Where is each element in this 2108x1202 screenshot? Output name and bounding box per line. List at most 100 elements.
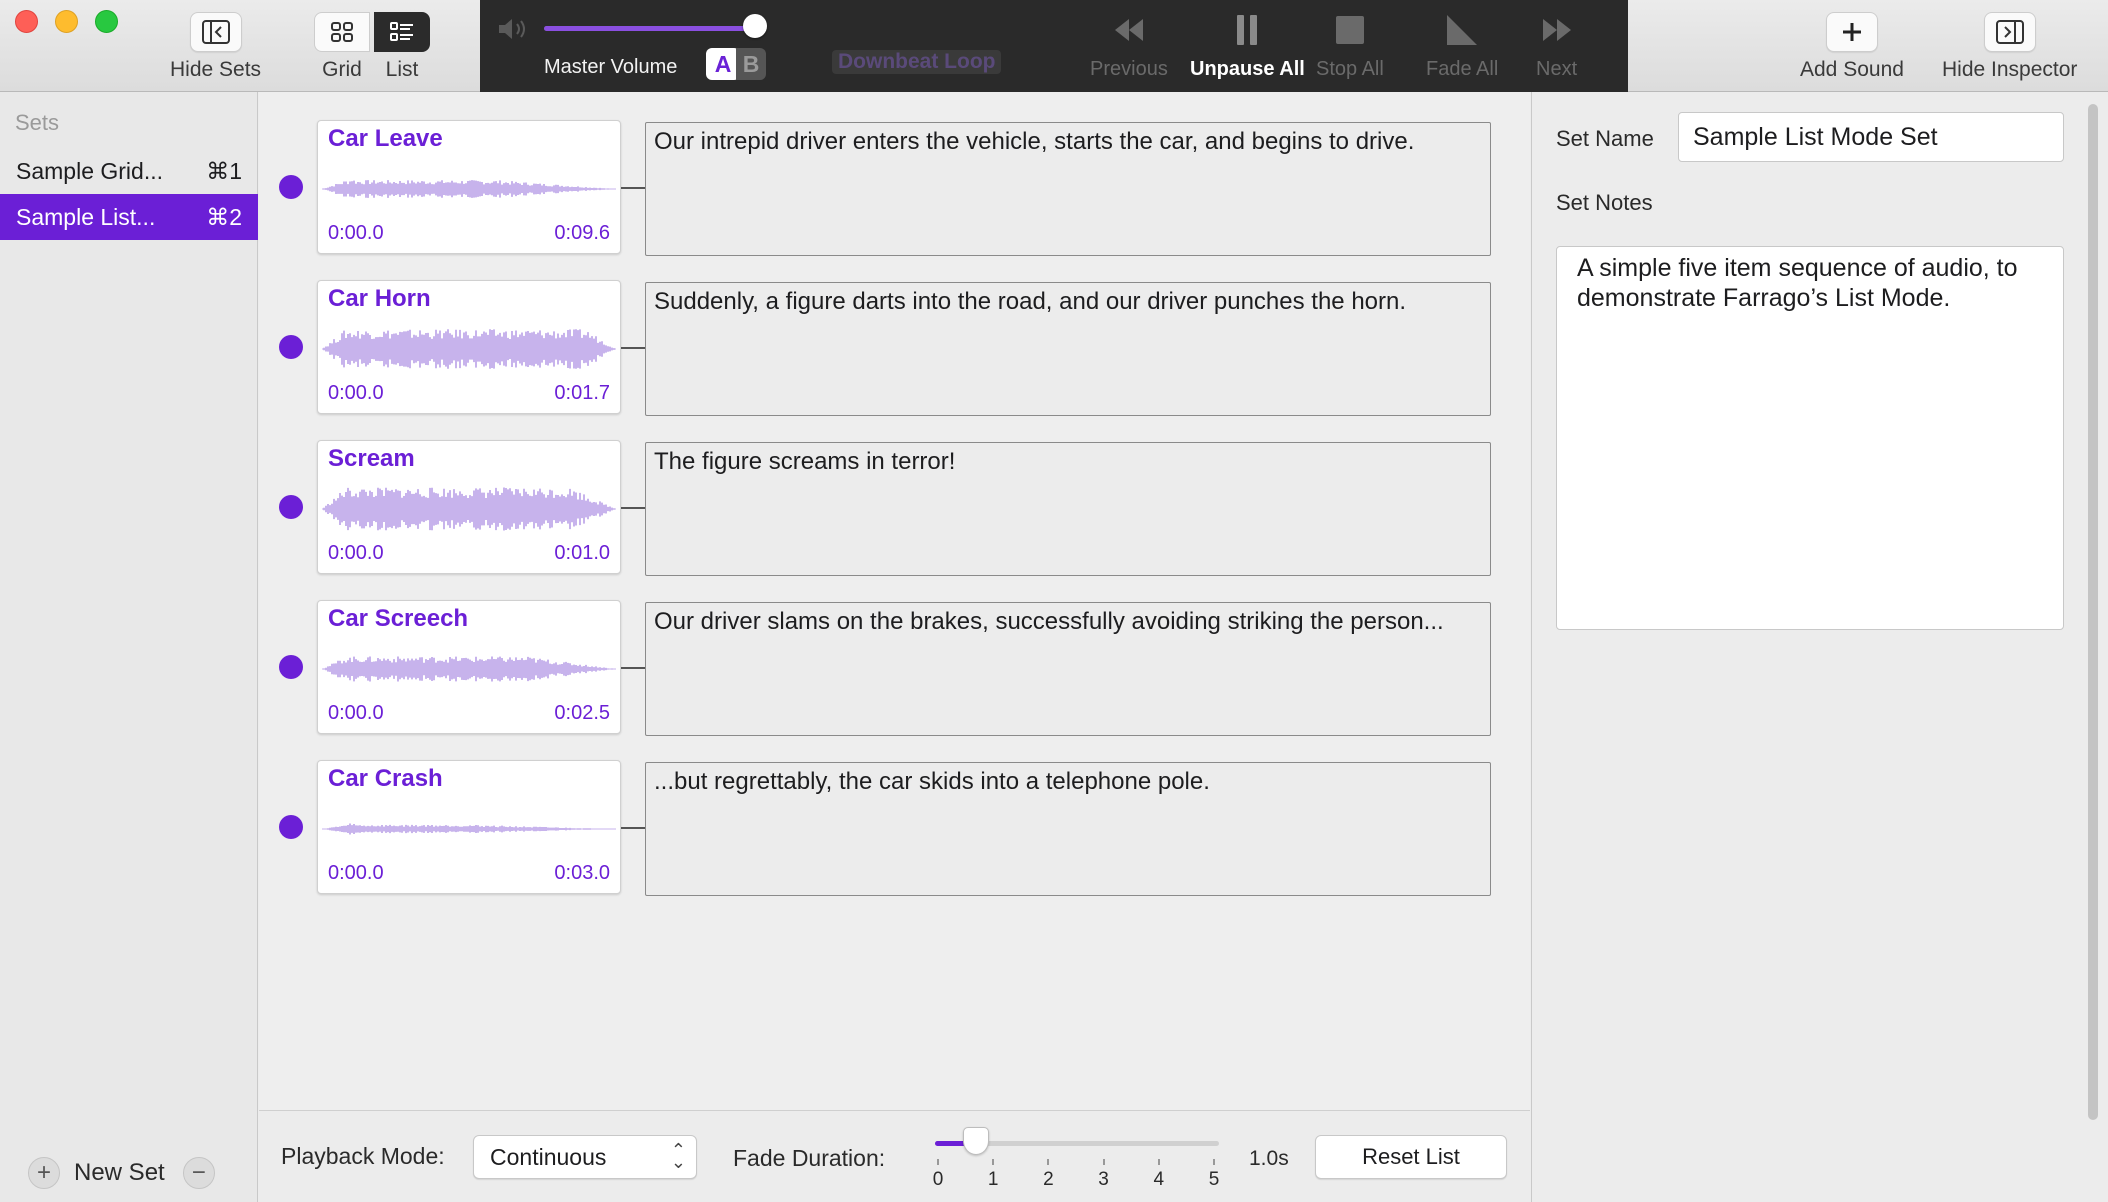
fade-tick-label: 3	[1098, 1169, 1109, 1190]
pause-icon	[1237, 15, 1258, 45]
fade-tick-label: 1	[987, 1169, 999, 1190]
sound-duration: 0:03.0	[554, 862, 610, 884]
list-icon	[390, 22, 413, 41]
new-set-label[interactable]: New Set	[74, 1159, 165, 1187]
set-item-name: Sample List...	[16, 203, 156, 230]
waveform	[322, 180, 616, 198]
waveform	[322, 656, 616, 682]
sound-title: Car Crash	[328, 765, 443, 792]
add-sound-button[interactable]: Add Sound	[1800, 12, 1904, 82]
sound-duration: 0:02.5	[554, 702, 610, 724]
set-notes-label: Set Notes	[1556, 190, 1653, 215]
sound-duration: 0:01.0	[554, 542, 610, 564]
sound-tile[interactable]: Car Screech 0:00.0 0:02.5	[317, 600, 621, 734]
sidebar-right-icon	[1983, 12, 2036, 52]
set-notes-field[interactable]: A simple five item sequence of audio, to…	[1556, 246, 2064, 630]
unpause-all-button[interactable]: Unpause All	[1190, 10, 1305, 81]
close-window-button[interactable]	[15, 10, 38, 33]
master-volume-slider[interactable]	[544, 26, 766, 31]
fade-tick-mark	[937, 1159, 939, 1165]
grid-icon	[331, 22, 353, 42]
connector-line	[621, 827, 645, 829]
ab-toggle[interactable]: A B	[706, 48, 766, 80]
add-sound-label: Add Sound	[1800, 58, 1904, 81]
sets-sidebar: Sets Sample Grid... ⌘1 Sample List... ⌘2…	[0, 92, 258, 1202]
sound-duration: 0:09.6	[554, 222, 610, 244]
list-item: Scream 0:00.0 0:01.0 The figure screams …	[259, 440, 1530, 580]
ab-toggle-a[interactable]: A	[706, 48, 740, 80]
stop-all-button[interactable]: Stop All	[1316, 10, 1384, 81]
set-name-field[interactable]: Sample List Mode Set	[1678, 112, 2064, 162]
fade-duration-knob[interactable]	[963, 1127, 990, 1155]
ab-toggle-b[interactable]: B	[736, 48, 766, 80]
next-button[interactable]: Next	[1536, 10, 1577, 81]
cue-note[interactable]: ...but regrettably, the car skids into a…	[645, 762, 1491, 896]
sound-tile[interactable]: Car Leave 0:00.0 0:09.6	[317, 120, 621, 254]
cue-note[interactable]: Suddenly, a figure darts into the road, …	[645, 282, 1491, 416]
list-item: Car Screech 0:00.0 0:02.5 Our driver sla…	[259, 600, 1530, 740]
connector-line	[621, 507, 645, 509]
sound-title: Car Leave	[328, 125, 443, 152]
minimize-window-button[interactable]	[55, 10, 78, 33]
playback-mode-value: Continuous	[490, 1144, 607, 1170]
connector-line	[621, 187, 645, 189]
fade-tick-mark	[992, 1159, 995, 1165]
cue-note[interactable]: Our intrepid driver enters the vehicle, …	[645, 122, 1491, 256]
playback-mode-select[interactable]: Continuous ⌃ ⌄	[473, 1135, 697, 1179]
set-item-sample-list[interactable]: Sample List... ⌘2	[0, 194, 258, 240]
sidebar-footer: + New Set −	[0, 1144, 258, 1202]
sidebar-left-icon	[189, 12, 242, 52]
reset-list-button[interactable]: Reset List	[1315, 1135, 1507, 1179]
list-item: Car Leave 0:00.0 0:09.6 Our intrepid dri…	[259, 120, 1530, 260]
cue-indicator-dot	[279, 495, 303, 519]
plus-icon	[1825, 12, 1878, 52]
sound-title: Car Horn	[328, 285, 431, 312]
sound-tile[interactable]: Car Crash 0:00.0 0:03.0	[317, 760, 621, 894]
grid-view-button[interactable]: Grid	[314, 12, 370, 82]
fade-tick-mark	[1102, 1159, 1105, 1165]
set-item-sample-grid[interactable]: Sample Grid... ⌘1	[0, 148, 258, 194]
transport-panel: Master Volume A B Downbeat Loop Previous…	[480, 0, 1628, 92]
sound-tile[interactable]: Scream 0:00.0 0:01.0	[317, 440, 621, 574]
zoom-window-button[interactable]	[95, 10, 118, 33]
stop-all-label: Stop All	[1316, 58, 1384, 80]
list-view-button[interactable]: List	[374, 12, 430, 82]
hide-inspector-button[interactable]: Hide Inspector	[1942, 12, 2077, 82]
sound-tile[interactable]: Car Horn 0:00.0 0:01.7	[317, 280, 621, 414]
fade-duration-value: 1.0s	[1249, 1147, 1289, 1170]
fade-all-button[interactable]: Fade All	[1426, 10, 1498, 81]
fade-tick-mark	[1047, 1159, 1050, 1165]
sound-start-time: 0:00.0	[328, 702, 384, 724]
waveform	[322, 823, 616, 835]
cue-note[interactable]: Our driver slams on the brakes, successf…	[645, 602, 1491, 736]
fade-tick-label: 4	[1153, 1169, 1165, 1190]
next-label: Next	[1536, 58, 1578, 80]
waveform	[322, 487, 616, 531]
sound-start-time: 0:00.0	[328, 542, 384, 564]
sound-title: Scream	[328, 445, 415, 472]
sound-list: Car Leave 0:00.0 0:09.6 Our intrepid dri…	[259, 92, 1530, 1110]
master-volume-fill	[544, 26, 755, 31]
stop-icon	[1335, 16, 1364, 44]
master-volume-knob[interactable]	[742, 14, 767, 38]
cue-note[interactable]: The figure screams in terror!	[645, 442, 1491, 576]
previous-button[interactable]: Previous	[1090, 10, 1168, 81]
previous-label: Previous	[1090, 58, 1168, 80]
fade-icon	[1447, 15, 1478, 45]
list-label: List	[385, 58, 419, 81]
inspector-panel: Set Name Sample List Mode Set Set Notes …	[1531, 92, 2108, 1202]
remove-set-button[interactable]: −	[182, 1157, 215, 1189]
list-options-bar: Playback Mode: Continuous ⌃ ⌄ Fade Durati…	[259, 1110, 1530, 1202]
set-name-label: Set Name	[1556, 126, 1654, 151]
sound-duration: 0:01.7	[554, 382, 610, 404]
view-mode-segmented-control: Grid List	[314, 12, 430, 82]
set-item-name: Sample Grid...	[16, 157, 163, 184]
add-set-button[interactable]: +	[28, 1157, 60, 1189]
hide-inspector-label: Hide Inspector	[1942, 58, 2078, 81]
inspector-scrollbar[interactable]	[2088, 104, 2098, 1120]
hide-sets-button[interactable]: Hide Sets	[170, 12, 261, 82]
sets-header: Sets	[15, 110, 60, 135]
master-volume-label: Master Volume	[544, 56, 678, 78]
fade-tick-mark	[1157, 1159, 1160, 1165]
toolbar: Hide Sets Grid List Master Volume A B Do…	[0, 0, 2108, 92]
